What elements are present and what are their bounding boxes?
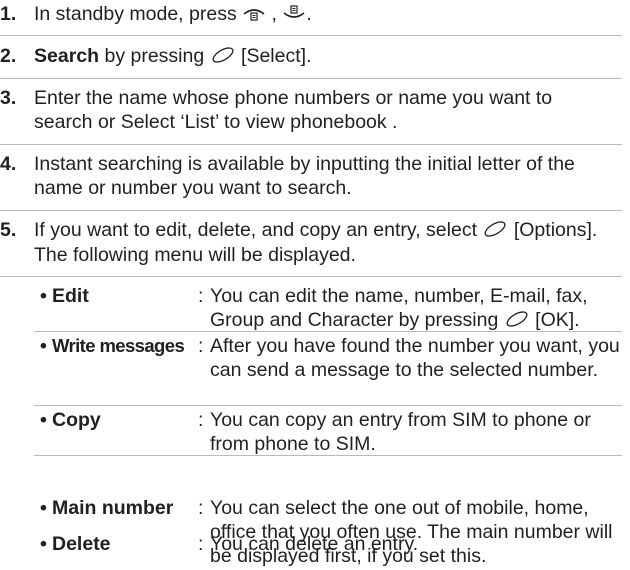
divider: [0, 78, 622, 79]
divider: [34, 331, 622, 332]
option-edit: • Edit : You can edit the name, number, …: [34, 284, 624, 334]
divider: [34, 405, 622, 406]
step-text-start: In standby mode, press: [34, 3, 237, 25]
step-keyword: Search: [34, 45, 100, 67]
soft-key-icon: [482, 219, 508, 243]
step-text-comma: ,: [271, 3, 277, 25]
step-text-start: If you want to edit, delete, and copy an…: [34, 219, 477, 241]
colon: :: [198, 533, 204, 555]
step-2: 2. Search by pressing [Select].: [0, 44, 622, 70]
option-description: You can copy an entry from SIM to phone …: [210, 409, 591, 455]
option-label: Copy: [52, 409, 101, 431]
phonebook-up-key-icon: [242, 3, 266, 27]
option-label: Edit: [52, 285, 89, 307]
step-text-end: .: [306, 3, 312, 25]
phonebook-down-key-icon: [282, 3, 306, 27]
option-label: Main number: [52, 497, 174, 519]
option-delete: • Delete : You can delete an entry.: [34, 532, 624, 556]
step-number: 3.: [0, 87, 17, 109]
divider: [34, 455, 622, 456]
option-label: Delete: [52, 533, 111, 555]
step-text-start: by pressing: [104, 45, 205, 67]
option-description: You can delete an entry.: [210, 533, 419, 555]
option-description: You can edit the name, number, E-mail, f…: [210, 284, 624, 333]
step-5: 5. If you want to edit, delete, and copy…: [0, 218, 622, 268]
soft-key-icon: [504, 309, 530, 333]
step-text-end: [Select].: [241, 45, 312, 67]
step-1: 1. In standby mode, press , .: [0, 2, 622, 28]
colon: :: [198, 497, 204, 519]
soft-key-icon: [210, 45, 236, 69]
option-label: Write messages: [52, 335, 185, 356]
option-write-messages: • Write messages : After you have found …: [34, 334, 624, 408]
divider: [0, 210, 622, 211]
step-3: 3. Enter the name whose phone numbers or…: [0, 86, 622, 136]
manual-page: 1. In standby mode, press , . 2. Search …: [0, 0, 630, 568]
step-number: 1.: [0, 3, 17, 25]
step-text: In standby mode, press , .: [34, 2, 616, 27]
step-number: 4.: [0, 153, 17, 175]
colon: :: [198, 409, 204, 431]
option-description: After you have found the number you want…: [210, 335, 620, 381]
option-desc-start: You can edit the name, number, E-mail, f…: [210, 285, 588, 331]
divider: [0, 276, 622, 277]
option-copy: • Copy : You can copy an entry from SIM …: [34, 408, 624, 458]
colon: :: [198, 285, 204, 307]
step-number: 5.: [0, 219, 17, 241]
step-text: Enter the name whose phone numbers or na…: [34, 87, 553, 133]
step-text: Instant searching is available by inputt…: [34, 153, 575, 199]
divider: [0, 144, 622, 145]
divider: [0, 35, 622, 36]
option-desc-end: [OK].: [535, 309, 580, 331]
step-text: Search by pressing [Select].: [34, 44, 616, 69]
step-text: If you want to edit, delete, and copy an…: [34, 218, 616, 267]
step-number: 2.: [0, 45, 17, 67]
step-4: 4. Instant searching is available by inp…: [0, 152, 622, 202]
colon: :: [198, 335, 204, 357]
